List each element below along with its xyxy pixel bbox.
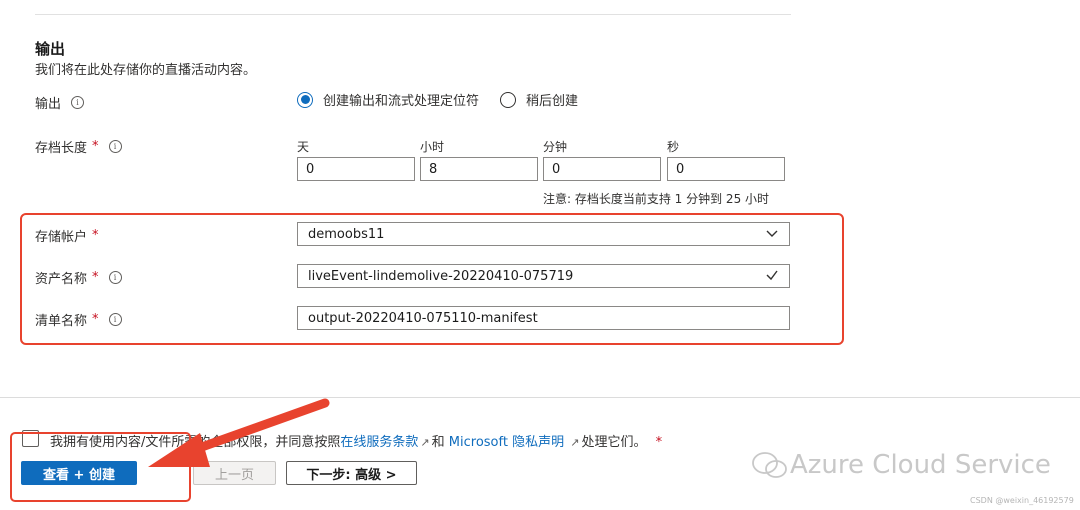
- section-title: 输出: [35, 40, 66, 58]
- required-mark: *: [92, 139, 99, 154]
- minutes-input[interactable]: 0: [543, 157, 661, 181]
- radio-create-later-label: 稍后创建: [526, 94, 579, 109]
- section-divider: [35, 14, 791, 15]
- archive-length-label: 存档长度 * i: [35, 137, 122, 156]
- hours-input[interactable]: 8: [420, 157, 538, 181]
- days-input[interactable]: 0: [297, 157, 415, 181]
- output-label: 输出 i: [35, 93, 85, 112]
- archive-note: 注意: 存档长度当前支持 1 分钟到 25 小时: [543, 192, 770, 206]
- wechat-icon: [752, 452, 787, 478]
- radio-unselected-icon[interactable]: [500, 91, 516, 108]
- radio-create-later[interactable]: 稍后创建: [500, 90, 578, 109]
- watermark-text: Azure Cloud Service: [790, 450, 1051, 480]
- radio-create-output-label: 创建输出和流式处理定位符: [323, 94, 480, 109]
- output-label-text: 输出: [35, 97, 62, 112]
- csdn-tag: CSDN @weixin_46192579: [970, 496, 1074, 505]
- watermark: Azure Cloud Service: [750, 450, 1051, 480]
- required-mark: *: [655, 435, 663, 450]
- radio-selected-icon[interactable]: [297, 91, 313, 108]
- annotation-arrow-icon: [148, 398, 330, 467]
- terms-link[interactable]: 在线服务条款: [340, 435, 418, 450]
- consent-text-mid: 和: [431, 435, 445, 450]
- seconds-input[interactable]: 0: [667, 157, 785, 181]
- info-icon[interactable]: i: [71, 96, 85, 109]
- days-unit-label: 天: [297, 140, 310, 154]
- seconds-unit-label: 秒: [667, 140, 680, 154]
- privacy-link[interactable]: Microsoft 隐私声明: [449, 435, 564, 450]
- archive-length-label-text: 存档长度: [35, 141, 88, 156]
- external-link-icon: ↗: [420, 436, 430, 449]
- minutes-unit-label: 分钟: [543, 140, 568, 154]
- info-icon[interactable]: i: [108, 140, 122, 153]
- consent-text-after: 处理它们。: [581, 435, 647, 450]
- radio-create-output[interactable]: 创建输出和流式处理定位符: [297, 90, 479, 109]
- section-description: 我们将在此处存储你的直播活动内容。: [35, 63, 257, 78]
- annotation-highlight-box: [20, 213, 844, 345]
- hours-unit-label: 小时: [420, 140, 445, 154]
- external-link-icon: ↗: [570, 436, 580, 449]
